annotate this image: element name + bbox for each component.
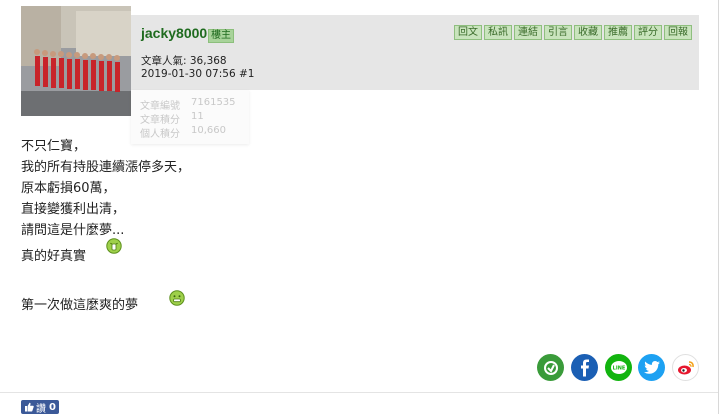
reply-button[interactable]: 回文 [454,25,482,40]
tooltip-row: 文章編號 7161535 [140,97,236,112]
post-datetime: 2019-01-30 07:56 #1 [141,68,255,80]
tooltip-row: 文章積分 11 [140,111,204,126]
grinning-smiley-icon [169,290,185,306]
post-header: jacky8000 樓主 文章人氣: 36,368 2019-01-30 07:… [131,15,699,90]
content-line: 真的好真實 [21,249,87,264]
tooltip-value: 10,660 [191,125,226,136]
svg-text:LINE: LINE [612,365,625,371]
tooltip-row: 個人積分 10,660 [140,125,226,140]
popularity-text: 文章人氣: 36,368 [141,55,227,67]
role-badge: 樓主 [208,29,234,43]
tooltip-label: 個人積分 [140,129,180,140]
laughing-smiley-icon [106,238,122,254]
content-line: 不只仁寶， [21,139,87,154]
rate-button[interactable]: 評分 [634,25,662,40]
author-info-tooltip: 文章編號 7161535 文章積分 11 個人積分 10,660 [131,90,249,144]
share-other-icon[interactable] [537,354,564,381]
content-line: 第一次做這麼爽的夢 [21,298,139,313]
content-line: 原本虧損60萬， [21,181,116,196]
avatar[interactable] [21,6,131,116]
line-share-icon[interactable]: LINE [605,354,632,381]
facebook-share-icon[interactable] [571,354,598,381]
private-message-button[interactable]: 私訊 [484,25,512,40]
content-line: 直接變獲利出清， [21,202,126,217]
link-button[interactable]: 連結 [514,25,542,40]
twitter-share-icon[interactable] [638,354,665,381]
like-button[interactable]: 讚 0 [21,400,59,415]
bookmark-button[interactable]: 收藏 [574,25,602,40]
weibo-share-icon[interactable] [672,354,699,381]
recommend-button[interactable]: 推薦 [604,25,632,40]
like-label: 讚 [36,403,46,415]
quote-button[interactable]: 引言 [544,25,572,40]
content-line: 我的所有持股連續漲停多天， [21,160,191,175]
author-name[interactable]: jacky8000 [141,25,207,41]
tooltip-value: 7161535 [191,97,236,108]
tooltip-value: 11 [191,111,204,122]
divider [0,392,718,393]
report-button[interactable]: 回報 [664,25,692,40]
like-count: 0 [49,401,56,413]
thumbs-up-icon [25,402,34,412]
post-actions: 回文 私訊 連結 引言 收藏 推薦 評分 回報 [454,25,692,40]
content-line: 請問這是什麼夢... [21,223,125,238]
